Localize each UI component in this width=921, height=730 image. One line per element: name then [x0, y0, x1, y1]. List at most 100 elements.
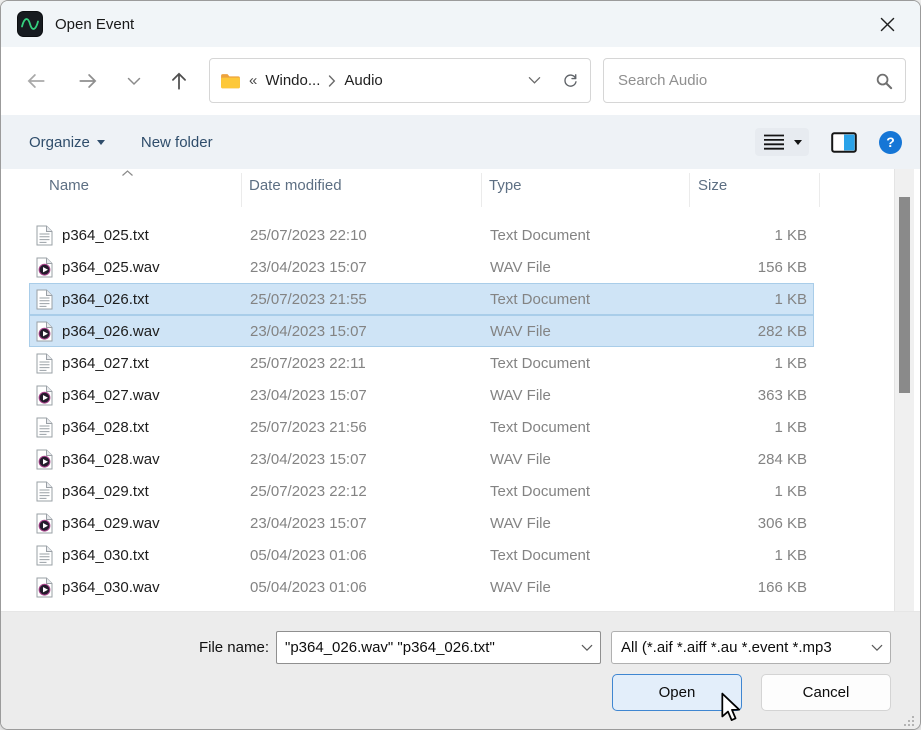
file-row[interactable]: p364_028.wav 23/04/2023 15:07 WAV File 2…	[29, 443, 814, 475]
chevron-down-icon	[581, 644, 593, 652]
file-row[interactable]: p364_025.wav 23/04/2023 15:07 WAV File 1…	[29, 251, 814, 283]
size-cell: 363 KB	[700, 387, 807, 404]
size-cell: 156 KB	[700, 259, 807, 276]
column-separator[interactable]	[689, 173, 690, 207]
wav-file-icon	[36, 321, 53, 342]
type-cell: Text Document	[490, 419, 700, 436]
navigation-bar: « Windo... Audio	[1, 47, 920, 115]
file-type-icon-cell	[36, 481, 62, 502]
text-file-icon	[36, 353, 53, 374]
column-header-type[interactable]: Type	[489, 177, 522, 194]
file-row[interactable]: p364_028.txt 25/07/2023 21:56 Text Docum…	[29, 411, 814, 443]
column-separator[interactable]	[819, 173, 820, 207]
resize-grip[interactable]	[903, 715, 915, 727]
type-cell: Text Document	[490, 483, 700, 500]
address-bar[interactable]: « Windo... Audio	[209, 58, 591, 103]
file-type-dropdown-button[interactable]	[864, 644, 890, 652]
help-button[interactable]: ?	[879, 131, 902, 154]
column-header-name[interactable]: Name	[49, 177, 89, 194]
address-dropdown-button[interactable]	[520, 64, 548, 98]
size-cell: 284 KB	[700, 451, 807, 468]
file-row[interactable]: p364_026.wav 23/04/2023 15:07 WAV File 2…	[29, 315, 814, 347]
file-row[interactable]: p364_027.txt 25/07/2023 22:11 Text Docum…	[29, 347, 814, 379]
back-arrow-icon	[25, 70, 47, 92]
close-button[interactable]	[870, 7, 904, 41]
file-list: p364_025.txt 25/07/2023 22:10 Text Docum…	[29, 219, 814, 603]
column-header-size[interactable]: Size	[698, 177, 727, 194]
column-header-date-modified[interactable]: Date modified	[249, 177, 342, 194]
up-arrow-icon	[168, 70, 190, 92]
mouse-cursor	[719, 692, 743, 722]
change-view-button[interactable]	[755, 128, 809, 156]
file-name-cell: p364_029.wav	[62, 515, 250, 532]
search-icon[interactable]	[875, 72, 893, 90]
date-modified-cell: 05/04/2023 01:06	[250, 547, 490, 564]
file-row[interactable]: p364_029.txt 25/07/2023 22:12 Text Docum…	[29, 475, 814, 507]
type-cell: WAV File	[490, 579, 700, 596]
forward-arrow-icon	[77, 70, 99, 92]
caret-down-icon	[794, 140, 802, 145]
wav-file-icon	[36, 385, 53, 406]
file-name-input[interactable]	[277, 639, 574, 656]
file-name-cell: p364_027.txt	[62, 355, 250, 372]
file-name-dropdown-button[interactable]	[574, 644, 600, 652]
folder-icon	[220, 72, 241, 90]
recent-locations-button[interactable]	[117, 64, 151, 98]
refresh-button[interactable]	[556, 64, 584, 98]
size-cell: 1 KB	[700, 291, 807, 308]
date-modified-cell: 23/04/2023 15:07	[250, 323, 490, 340]
file-row[interactable]: p364_025.txt 25/07/2023 22:10 Text Docum…	[29, 219, 814, 251]
wav-file-icon	[36, 513, 53, 534]
vertical-scrollbar[interactable]	[894, 169, 914, 611]
file-row[interactable]: p364_026.txt 25/07/2023 21:55 Text Docum…	[29, 283, 814, 315]
wav-file-icon	[36, 577, 53, 598]
file-type-icon-cell	[36, 289, 62, 310]
search-box	[603, 58, 906, 103]
size-cell: 306 KB	[700, 515, 807, 532]
text-file-icon	[36, 481, 53, 502]
date-modified-cell: 25/07/2023 22:12	[250, 483, 490, 500]
type-cell: WAV File	[490, 451, 700, 468]
date-modified-cell: 23/04/2023 15:07	[250, 451, 490, 468]
help-glyph: ?	[886, 134, 895, 150]
search-input[interactable]	[616, 71, 867, 90]
size-cell: 282 KB	[700, 323, 807, 340]
column-separator[interactable]	[241, 173, 242, 207]
file-row[interactable]: p364_030.txt 05/04/2023 01:06 Text Docum…	[29, 539, 814, 571]
type-cell: Text Document	[490, 291, 700, 308]
refresh-icon	[561, 71, 580, 90]
file-type-icon-cell	[36, 417, 62, 438]
new-folder-button[interactable]: New folder	[131, 128, 223, 157]
list-view-icon	[762, 133, 786, 151]
window-title: Open Event	[55, 16, 134, 33]
forward-button[interactable]	[71, 64, 105, 98]
breadcrumb-current-folder[interactable]: Audio	[344, 72, 382, 89]
breadcrumb-overflow[interactable]: «	[249, 72, 257, 89]
date-modified-cell: 25/07/2023 22:11	[250, 355, 490, 372]
preview-pane-button[interactable]	[831, 132, 857, 153]
breadcrumb-parent-folder[interactable]: Windo...	[265, 72, 320, 89]
file-row[interactable]: p364_027.wav 23/04/2023 15:07 WAV File 3…	[29, 379, 814, 411]
file-type-icon-cell	[36, 225, 62, 246]
back-button[interactable]	[19, 64, 53, 98]
chevron-down-icon	[528, 76, 541, 85]
file-type-combobox[interactable]: All (*.aif *.aiff *.au *.event *.mp3	[611, 631, 891, 664]
file-type-icon-cell	[36, 449, 62, 470]
type-cell: WAV File	[490, 515, 700, 532]
up-button[interactable]	[162, 64, 196, 98]
type-cell: Text Document	[490, 355, 700, 372]
size-cell: 1 KB	[700, 483, 807, 500]
column-separator[interactable]	[481, 173, 482, 207]
file-row[interactable]: p364_029.wav 23/04/2023 15:07 WAV File 3…	[29, 507, 814, 539]
type-cell: Text Document	[490, 547, 700, 564]
date-modified-cell: 25/07/2023 21:55	[250, 291, 490, 308]
organize-button[interactable]: Organize	[19, 128, 115, 157]
date-modified-cell: 23/04/2023 15:07	[250, 515, 490, 532]
scrollbar-thumb[interactable]	[899, 197, 910, 393]
file-name-cell: p364_028.wav	[62, 451, 250, 468]
file-row[interactable]: p364_030.wav 05/04/2023 01:06 WAV File 1…	[29, 571, 814, 603]
app-audio-icon	[17, 11, 43, 37]
date-modified-cell: 25/07/2023 22:10	[250, 227, 490, 244]
open-event-dialog: Open Event	[0, 0, 921, 730]
cancel-button[interactable]: Cancel	[761, 674, 891, 711]
